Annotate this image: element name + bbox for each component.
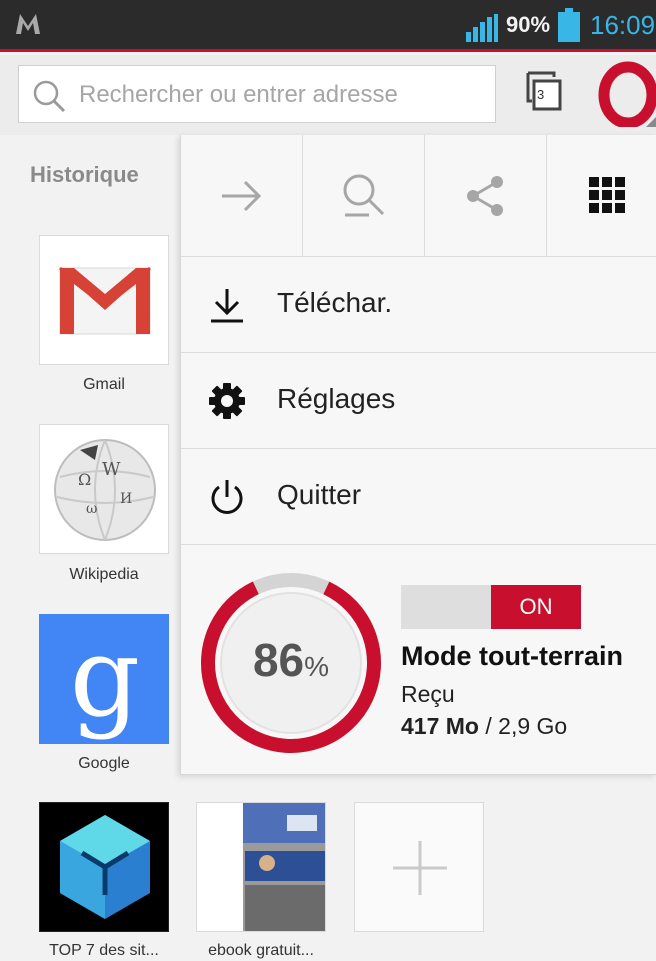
menu-item-settings[interactable]: Réglages [181, 353, 656, 449]
google-g-logo-icon: g [70, 615, 140, 741]
opera-menu-panel: Téléchar. Réglages Quitter 86% ON Mode t… [180, 135, 656, 775]
website-thumbnail-icon [243, 803, 325, 931]
speed-dial-top7[interactable] [39, 802, 169, 932]
tabs-count: 3 [537, 87, 545, 102]
gear-icon [209, 383, 245, 419]
status-bar: 90% 16:09 [0, 0, 656, 52]
menu-item-downloads[interactable]: Téléchar. [181, 257, 656, 353]
power-icon [211, 480, 243, 514]
svg-text:g: g [70, 615, 140, 741]
svg-text:ω: ω [86, 501, 97, 517]
speed-dial-wikipedia-label: Wikipedia [69, 566, 139, 583]
menu-item-quit[interactable]: Quitter [181, 449, 656, 545]
opera-menu-button[interactable] [598, 61, 656, 127]
find-in-page-button[interactable] [303, 135, 425, 257]
find-in-page-icon [343, 174, 385, 217]
search-input[interactable]: Rechercher ou entrer adresse [18, 65, 496, 123]
battery-icon [558, 8, 580, 42]
speed-dial-ebook[interactable] [196, 802, 326, 932]
opera-logo-icon [598, 61, 656, 127]
download-icon [211, 289, 243, 323]
arrow-right-icon [222, 180, 262, 212]
tabs-icon [526, 71, 562, 111]
offroad-received-amount: 417 Mo [401, 713, 479, 739]
svg-text:Ω: Ω [78, 470, 91, 489]
grid-icon [589, 177, 625, 213]
notification-m-icon [16, 14, 40, 34]
offroad-title: Mode tout-terrain [401, 641, 623, 671]
battery-percent: 90% [506, 12, 551, 37]
menu-item-downloads-label: Téléchar. [277, 287, 393, 318]
speed-dial-google-label: Google [78, 755, 130, 772]
offroad-data-usage: 417 Mo / 2,9 Go [401, 713, 567, 740]
speed-dial-grid-button[interactable] [547, 135, 656, 257]
clock: 16:09 [590, 10, 656, 40]
savings-percent-sign: % [304, 651, 330, 682]
menu-toolbar [181, 135, 656, 257]
svg-text:И: И [120, 491, 132, 507]
speed-dial-gmail[interactable] [39, 235, 169, 365]
menu-item-quit-label: Quitter [277, 479, 362, 510]
address-bar: Rechercher ou entrer adresse 3 [0, 55, 656, 135]
offroad-toggle-on: ON [491, 585, 581, 629]
menu-item-settings-label: Réglages [277, 383, 396, 414]
savings-percent: 86% [199, 633, 383, 687]
search-placeholder: Rechercher ou entrer adresse [79, 81, 398, 108]
savings-percent-value: 86 [252, 634, 305, 686]
wikipedia-globe-icon: Ω W И ω [54, 439, 156, 541]
offroad-total-amount: / 2,9 Go [478, 713, 568, 739]
add-icon [393, 841, 447, 895]
offroad-received-label: Reçu [401, 681, 455, 707]
share-button[interactable] [425, 135, 547, 257]
speed-dial-gmail-label: Gmail [83, 376, 125, 393]
speed-dial-ebook-label: ebook gratuit... [208, 942, 314, 959]
share-icon [467, 176, 503, 216]
savings-gauge: 86% [199, 571, 383, 755]
speed-dial-wikipedia[interactable]: Ω W И ω [39, 424, 169, 554]
search-icon [33, 80, 66, 113]
speed-dial-add[interactable] [354, 802, 484, 932]
forward-button[interactable] [181, 135, 303, 257]
history-label: Historique [30, 162, 139, 187]
speed-dial-top7-label: TOP 7 des sit... [49, 942, 159, 959]
offroad-mode-section: 86% ON Mode tout-terrain Reçu 417 Mo / 2… [181, 547, 656, 775]
signal-icon [466, 14, 498, 42]
cube-logo-icon [60, 815, 150, 919]
svg-text:W: W [102, 459, 121, 480]
offroad-toggle[interactable]: ON [401, 585, 581, 629]
gmail-logo-icon [59, 266, 151, 335]
tabs-button[interactable]: 3 [522, 69, 570, 117]
speed-dial-google[interactable]: g [39, 614, 169, 744]
